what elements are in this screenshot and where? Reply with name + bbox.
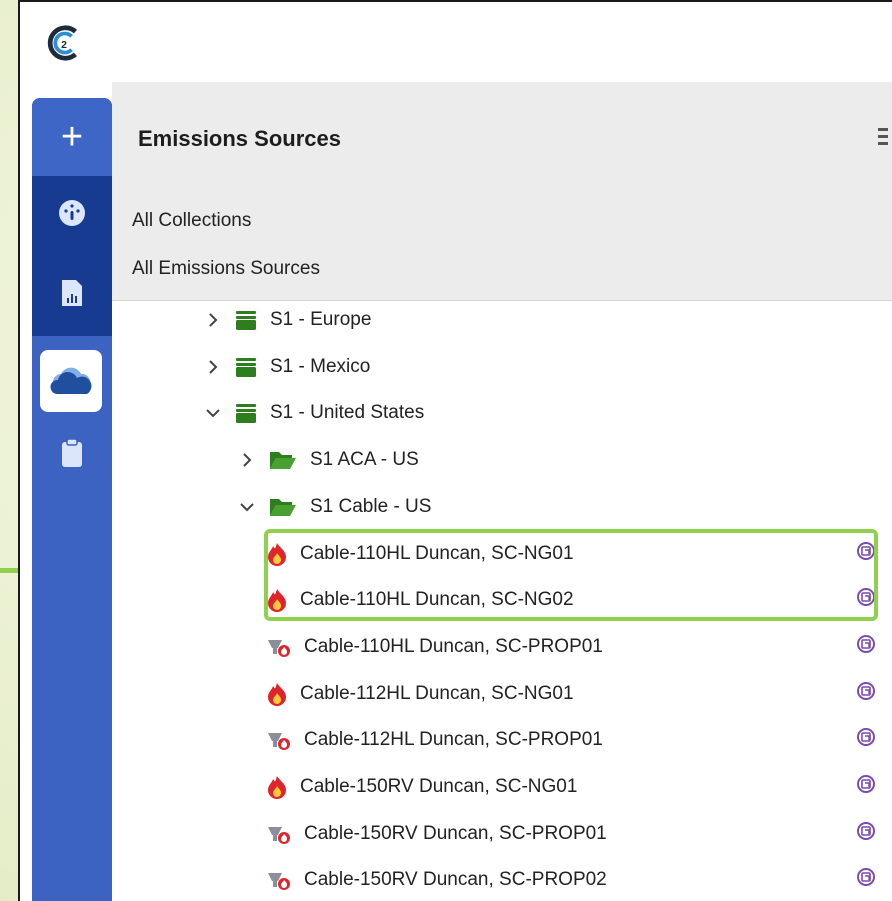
tree-row[interactable]: S1 - Mexico (200, 344, 884, 390)
tree-row-label: Cable-150RV Duncan, SC-PROP01 (304, 822, 607, 844)
top-bar: 2 (20, 2, 892, 82)
menu-icon[interactable] (878, 128, 888, 149)
sidebar-item-emissions[interactable] (40, 350, 102, 412)
sidebar-item-tasks[interactable] (32, 438, 112, 468)
source-link-icon[interactable] (856, 727, 876, 753)
tree-row[interactable]: S1 - United States (200, 390, 884, 436)
tree-row-label: S1 - United States (270, 402, 425, 424)
source-link-icon[interactable] (856, 867, 876, 893)
tree-row-label: Cable-112HL Duncan, SC-NG01 (300, 682, 574, 704)
c2-logo-icon: 2 (47, 25, 77, 61)
app-window: 2 + Emissions Sources All Collections Al… (18, 0, 892, 901)
selection-highlight (264, 529, 878, 621)
chevron-right-icon[interactable] (200, 312, 226, 328)
propane-tank-icon (266, 636, 292, 658)
collection-stack-icon (234, 356, 258, 378)
tree-row-label: Cable-110HL Duncan, SC-PROP01 (304, 635, 603, 657)
tree-row-label: Cable-150RV Duncan, SC-NG01 (300, 776, 578, 797)
chevron-down-icon[interactable] (200, 407, 226, 419)
all-emissions-sources-link[interactable]: All Emissions Sources (132, 258, 320, 280)
clipboard-icon (62, 438, 82, 467)
flame-icon (266, 775, 288, 799)
source-link-icon[interactable] (856, 634, 876, 660)
tree-row[interactable]: Cable-150RV Duncan, SC-PROP02 (266, 857, 884, 901)
source-link-icon[interactable] (856, 774, 876, 800)
tree-row[interactable]: Cable-112HL Duncan, SC-NG01 (266, 671, 884, 717)
tree-row[interactable]: Cable-150RV Duncan, SC-PROP01 (266, 811, 884, 857)
chevron-down-icon[interactable] (234, 501, 260, 513)
tree-row-label: S1 - Europe (270, 309, 372, 330)
sidebar-item-reports[interactable] (32, 278, 112, 308)
tree-row-label: S1 ACA - US (310, 449, 419, 471)
propane-tank-icon (266, 869, 292, 891)
flame-icon (266, 682, 288, 706)
folder-open-icon (268, 449, 298, 471)
folder-open-icon (268, 496, 298, 518)
tree-row[interactable]: S1 Cable - US (234, 484, 884, 530)
report-chart-icon (62, 280, 82, 306)
propane-tank-icon (266, 823, 292, 845)
dashboard-gauge-icon (59, 200, 85, 226)
tree-row[interactable]: Cable-150RV Duncan, SC-NG01 (266, 764, 884, 810)
collection-stack-icon (234, 309, 258, 331)
tree-row-label: Cable-112HL Duncan, SC-PROP01 (304, 729, 603, 751)
tree-row-label: S1 Cable - US (310, 495, 432, 517)
tree-row[interactable]: Cable-112HL Duncan, SC-PROP01 (266, 717, 884, 763)
panel-header: Emissions Sources All Collections All Em… (112, 82, 892, 301)
source-link-icon[interactable] (856, 821, 876, 847)
chevron-right-icon[interactable] (200, 359, 226, 375)
tree-row-label: S1 - Mexico (270, 355, 371, 377)
sidebar: + (32, 98, 112, 901)
add-button[interactable]: + (32, 98, 112, 176)
all-collections-link[interactable]: All Collections (132, 210, 251, 232)
source-link-icon[interactable] (856, 681, 876, 707)
tree-row-label: Cable-150RV Duncan, SC-PROP02 (304, 869, 607, 891)
chevron-right-icon[interactable] (234, 452, 260, 468)
propane-tank-icon (266, 729, 292, 751)
tree-row[interactable]: S1 ACA - US (234, 437, 884, 483)
svg-text:2: 2 (61, 40, 67, 51)
cloud-icon (50, 367, 92, 394)
tree-row[interactable]: S1 - Europe (200, 297, 884, 343)
sidebar-item-dashboard[interactable] (32, 198, 112, 228)
tree-row[interactable]: Cable-110HL Duncan, SC-PROP01 (266, 624, 884, 670)
panel-title: Emissions Sources (138, 126, 341, 151)
collection-stack-icon (234, 402, 258, 424)
